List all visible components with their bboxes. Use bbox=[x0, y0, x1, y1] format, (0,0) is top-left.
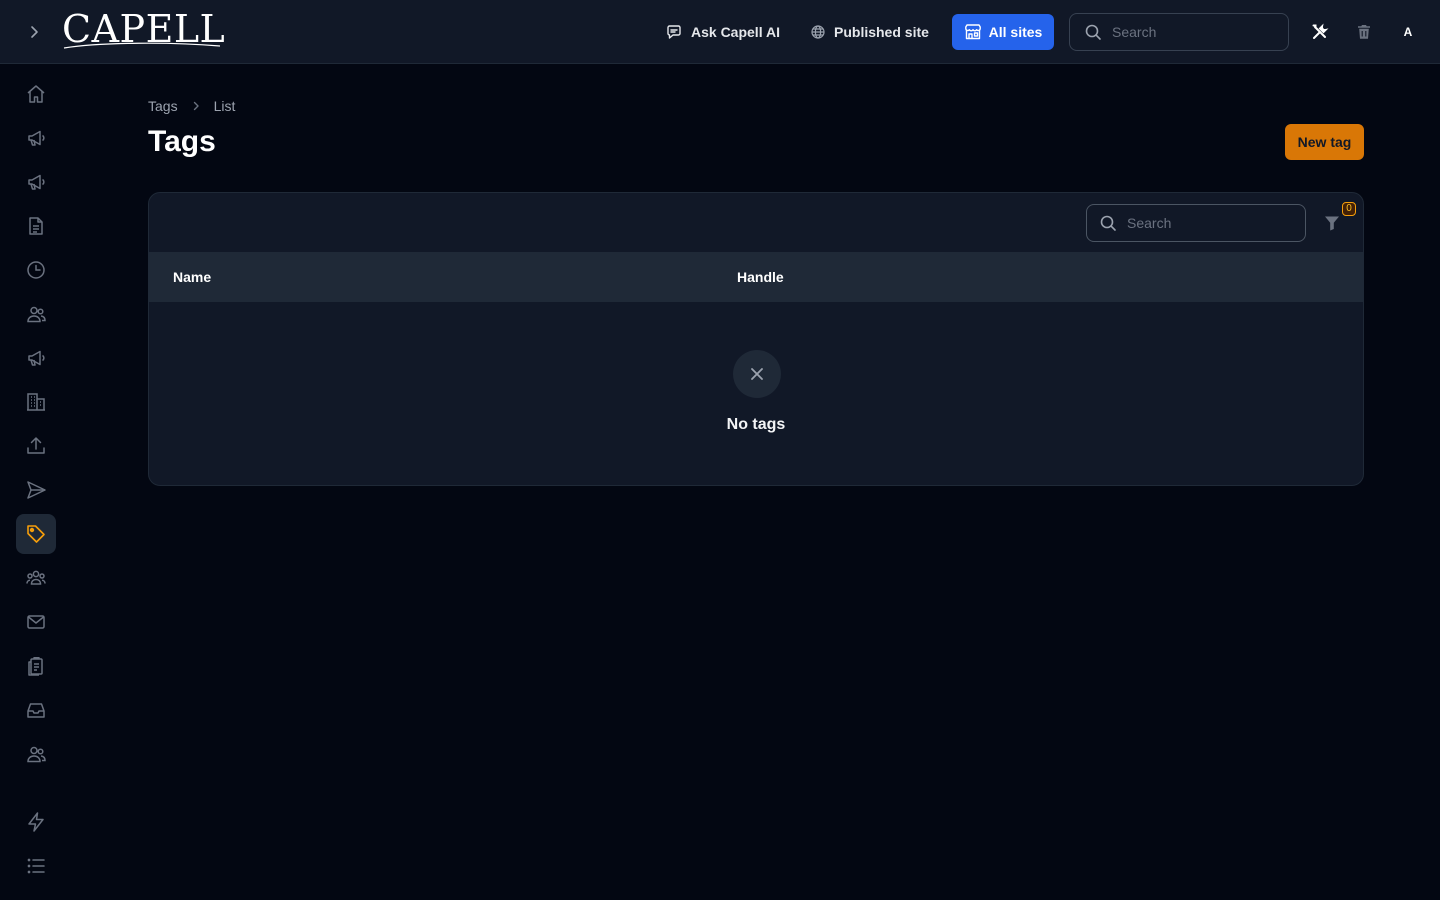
trash-button[interactable] bbox=[1352, 20, 1376, 44]
sidebar-item-logs[interactable] bbox=[16, 846, 56, 886]
column-header-handle[interactable]: Handle bbox=[737, 269, 784, 285]
sidebar-item-announcements[interactable] bbox=[16, 162, 56, 202]
sidebar-item-tags[interactable] bbox=[16, 514, 56, 554]
tag-icon bbox=[27, 525, 45, 543]
document-icon bbox=[29, 217, 43, 235]
column-header-name[interactable]: Name bbox=[173, 269, 211, 285]
user-group-icon bbox=[26, 570, 46, 585]
globe-icon bbox=[811, 25, 825, 39]
ask-ai-link[interactable]: Ask Capell AI bbox=[665, 20, 780, 44]
sidebar-item-sends[interactable] bbox=[16, 470, 56, 510]
sidebar-item-contacts[interactable] bbox=[16, 734, 56, 774]
empty-state: No tags bbox=[149, 302, 1363, 485]
home-icon bbox=[27, 85, 45, 103]
megaphone-icon bbox=[28, 350, 45, 366]
logo-swoosh bbox=[63, 42, 221, 49]
page-title: Tags bbox=[148, 125, 216, 158]
sidebar-item-forms[interactable] bbox=[16, 646, 56, 686]
sidebar-item-users[interactable] bbox=[16, 294, 56, 334]
empty-state-text: No tags bbox=[726, 416, 786, 433]
envelope-icon bbox=[27, 615, 45, 629]
breadcrumb-current: List bbox=[213, 98, 236, 114]
global-search-input[interactable] bbox=[1112, 24, 1262, 40]
sidebar-item-uploads[interactable] bbox=[16, 426, 56, 466]
funnel-icon bbox=[1325, 216, 1339, 231]
sidebar-item-home[interactable] bbox=[16, 74, 56, 114]
users-icon bbox=[27, 746, 46, 763]
new-tag-button[interactable]: New tag bbox=[1285, 124, 1364, 160]
expand-sidebar-button[interactable] bbox=[20, 18, 48, 46]
empty-state-badge bbox=[733, 350, 781, 398]
sidebar-item-organizations[interactable] bbox=[16, 382, 56, 422]
breadcrumb-tags-link[interactable]: Tags bbox=[148, 98, 178, 114]
table-toolbar: 0 bbox=[149, 193, 1363, 253]
clock-icon bbox=[27, 261, 45, 279]
global-search[interactable] bbox=[1069, 13, 1289, 51]
chevron-right-icon bbox=[193, 101, 199, 111]
search-icon bbox=[1100, 215, 1116, 231]
tags-table: 0 Name Handle No tags bbox=[148, 192, 1364, 486]
sidebar-item-campaigns[interactable] bbox=[16, 118, 56, 158]
wrench-screwdriver-icon bbox=[1312, 23, 1329, 39]
chevron-right-icon bbox=[31, 26, 38, 38]
top-bar: CAPELL Ask Capell AI Published site All … bbox=[0, 0, 1440, 64]
megaphone-icon bbox=[28, 174, 45, 190]
users-icon bbox=[27, 306, 46, 323]
sidebar bbox=[0, 65, 72, 900]
filter-button[interactable] bbox=[1320, 211, 1344, 235]
x-mark-icon bbox=[751, 368, 763, 380]
sidebar-item-inbox[interactable] bbox=[16, 690, 56, 730]
sidebar-item-groups[interactable] bbox=[16, 558, 56, 598]
building-icon bbox=[27, 393, 45, 411]
storefront-icon bbox=[964, 24, 981, 40]
breadcrumb: Tags List bbox=[148, 96, 235, 116]
published-site-label: Published site bbox=[834, 24, 929, 40]
sidebar-item-automations[interactable] bbox=[16, 802, 56, 842]
all-sites-label: All sites bbox=[988, 24, 1043, 40]
published-site-link[interactable]: Published site bbox=[810, 20, 929, 44]
sidebar-item-history[interactable] bbox=[16, 250, 56, 290]
list-icon bbox=[27, 858, 45, 874]
sidebar-item-mail[interactable] bbox=[16, 602, 56, 642]
sidebar-item-pages[interactable] bbox=[16, 206, 56, 246]
inbox-icon bbox=[27, 703, 45, 718]
tools-button[interactable] bbox=[1308, 20, 1332, 44]
ask-ai-label: Ask Capell AI bbox=[691, 24, 780, 40]
sidebar-item-marketing[interactable] bbox=[16, 338, 56, 378]
filter-count-badge: 0 bbox=[1342, 202, 1356, 216]
trash-icon bbox=[1358, 25, 1370, 39]
send-icon bbox=[27, 481, 46, 499]
avatar[interactable]: A bbox=[1396, 20, 1420, 44]
upload-icon bbox=[27, 437, 45, 454]
table-search-input[interactable] bbox=[1127, 215, 1277, 231]
search-icon bbox=[1085, 24, 1101, 40]
chat-bubble-icon bbox=[667, 25, 681, 39]
bolt-icon bbox=[28, 812, 44, 832]
megaphone-icon bbox=[28, 130, 45, 146]
table-search[interactable] bbox=[1086, 204, 1306, 242]
clipboard-icon bbox=[28, 657, 43, 676]
table-header: Name Handle bbox=[149, 253, 1363, 302]
all-sites-button[interactable]: All sites bbox=[952, 14, 1054, 50]
